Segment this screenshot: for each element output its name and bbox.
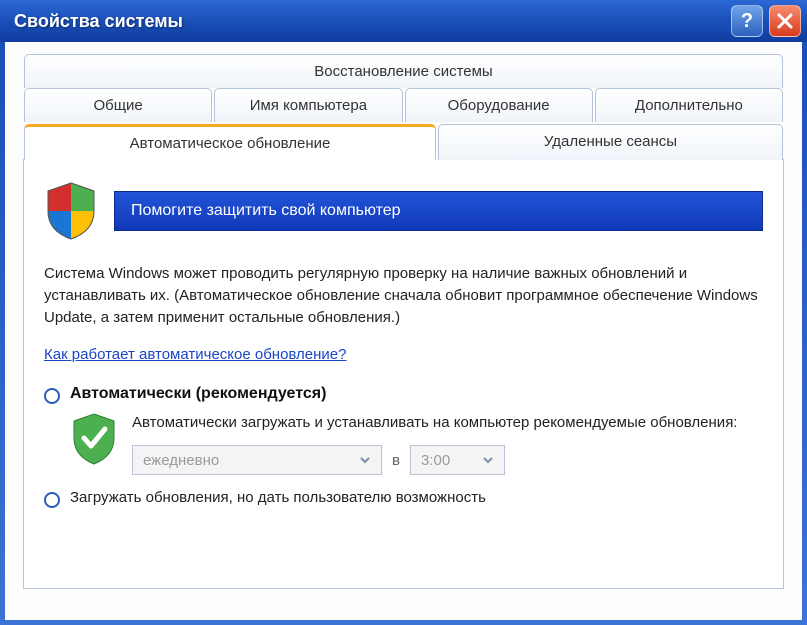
shield-check-icon [70,412,118,466]
how-it-works-link[interactable]: Как работает автоматическое обновление? [44,346,347,363]
chevron-down-icon [355,450,375,470]
titlebar-buttons: ? [731,5,801,37]
tabs-row-3: Автоматическое обновление Удаленные сеан… [23,124,784,160]
window-body: Восстановление системы Общие Имя компьют… [0,42,807,625]
tab-advanced[interactable]: Дополнительно [595,88,783,122]
radio-download[interactable] [44,492,60,508]
tab-computer-name[interactable]: Имя компьютера [214,88,402,122]
shield-icon [44,181,98,241]
description-text: Система Windows может проводить регулярн… [44,263,763,328]
close-icon [776,12,794,30]
time-value: 3:00 [421,452,450,469]
tabs-row-1: Восстановление системы [23,54,784,88]
banner: Помогите защитить свой компьютер [44,181,763,241]
option-automatic-body: Автоматически загружать и устанавливать … [70,412,763,475]
tab-panel: Помогите защитить свой компьютер Система… [23,159,784,589]
frequency-value: ежедневно [143,452,219,469]
window-title: Свойства системы [14,11,183,32]
option-download: Загружать обновления, но дать пользовате… [44,489,763,508]
option-automatic-content: Автоматически загружать и устанавливать … [132,412,737,475]
close-button[interactable] [769,5,801,37]
tabs-row-2: Общие Имя компьютера Оборудование Дополн… [23,88,784,122]
tab-remote[interactable]: Удаленные сеансы [438,124,783,160]
tab-general[interactable]: Общие [24,88,212,122]
option-download-label: Загружать обновления, но дать пользовате… [70,489,486,506]
time-combo[interactable]: 3:00 [410,445,505,475]
option-automatic: Автоматически (рекомендуется) [44,385,763,404]
content-area: Восстановление системы Общие Имя компьют… [5,42,802,620]
option-automatic-text: Автоматически загружать и устанавливать … [132,412,737,433]
help-button[interactable]: ? [731,5,763,37]
chevron-down-icon [478,450,498,470]
at-label: в [392,452,400,469]
option-automatic-label: Автоматически (рекомендуется) [70,385,326,403]
schedule-row: ежедневно в 3:00 [132,445,737,475]
tab-system-restore[interactable]: Восстановление системы [24,54,783,88]
frequency-combo[interactable]: ежедневно [132,445,382,475]
help-icon: ? [741,10,753,33]
titlebar: Свойства системы ? [0,0,807,42]
tab-auto-updates[interactable]: Автоматическое обновление [24,124,436,160]
banner-text: Помогите защитить свой компьютер [114,191,763,231]
tab-hardware[interactable]: Оборудование [405,88,593,122]
radio-automatic[interactable] [44,388,60,404]
